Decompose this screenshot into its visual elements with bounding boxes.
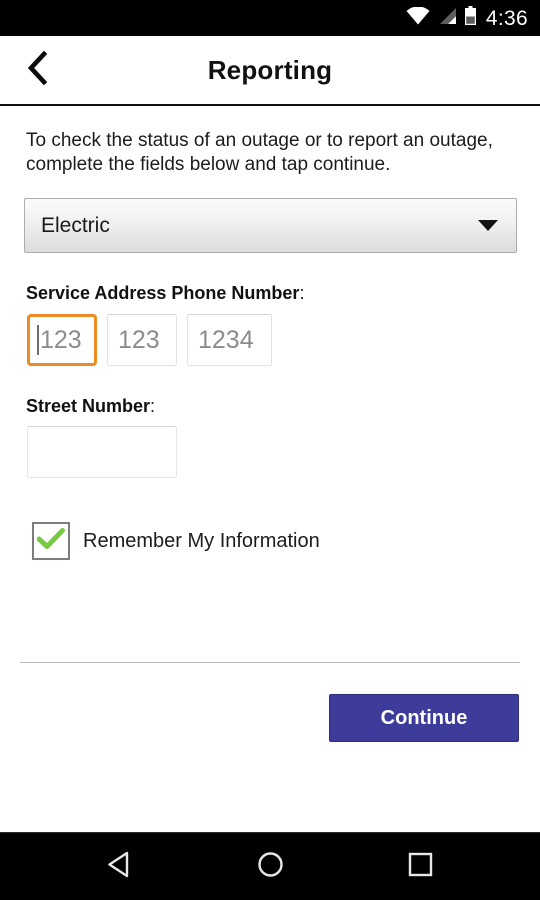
service-type-value: Electric [41, 213, 110, 237]
wifi-icon [406, 6, 430, 30]
phone-prefix-input[interactable]: 123 [107, 314, 177, 366]
back-button[interactable] [14, 47, 60, 93]
section-divider [20, 662, 520, 663]
chevron-left-icon [24, 50, 50, 90]
phone-area-code-input[interactable]: 123 [27, 314, 97, 366]
text-caret [37, 325, 39, 355]
continue-button-row: Continue [329, 694, 519, 742]
form-content: To check the status of an outage or to r… [0, 106, 540, 832]
home-circle-icon [257, 851, 284, 883]
status-icons [406, 5, 477, 31]
checkmark-icon [36, 527, 65, 555]
nav-back-button[interactable] [90, 843, 150, 891]
cellular-signal-icon [437, 7, 457, 30]
recents-square-icon [408, 852, 433, 882]
page-title: Reporting [207, 54, 333, 85]
android-nav-bar [0, 832, 540, 900]
back-triangle-icon [107, 851, 133, 883]
phone-line-placeholder: 1234 [198, 325, 254, 354]
phone-prefix-placeholder: 123 [118, 325, 160, 354]
battery-icon [464, 5, 477, 31]
remember-info-row[interactable]: Remember My Information [32, 522, 342, 560]
phone-field-label: Service Address Phone Number: [26, 283, 520, 304]
phone-area-code-placeholder: 123 [40, 325, 82, 354]
street-field-label-colon: : [150, 396, 156, 416]
street-number-input[interactable] [27, 426, 177, 478]
nav-home-button[interactable] [240, 843, 300, 891]
continue-button[interactable]: Continue [329, 694, 519, 742]
status-bar: 4:36 [0, 0, 540, 36]
remember-info-checkbox[interactable] [32, 522, 70, 560]
chevron-down-icon [478, 220, 498, 231]
phone-field-label-colon: : [299, 283, 305, 303]
phone-field-label-text: Service Address Phone Number [26, 283, 300, 303]
nav-recents-button[interactable] [390, 843, 450, 891]
intro-text: To check the status of an outage or to r… [26, 130, 493, 175]
phone-line-input[interactable]: 1234 [187, 314, 272, 366]
phone-number-group: 123 123 1234 [27, 314, 520, 366]
app-screen: 4:36 Reporting To check the status of an… [0, 0, 540, 900]
street-field-label: Street Number: [26, 396, 520, 417]
app-bar: Reporting [0, 36, 540, 106]
street-field-label-text: Street Number [26, 396, 151, 416]
status-time: 4:36 [485, 6, 528, 30]
service-type-select[interactable]: Electric [24, 198, 517, 253]
remember-info-label: Remember My Information [83, 529, 320, 552]
